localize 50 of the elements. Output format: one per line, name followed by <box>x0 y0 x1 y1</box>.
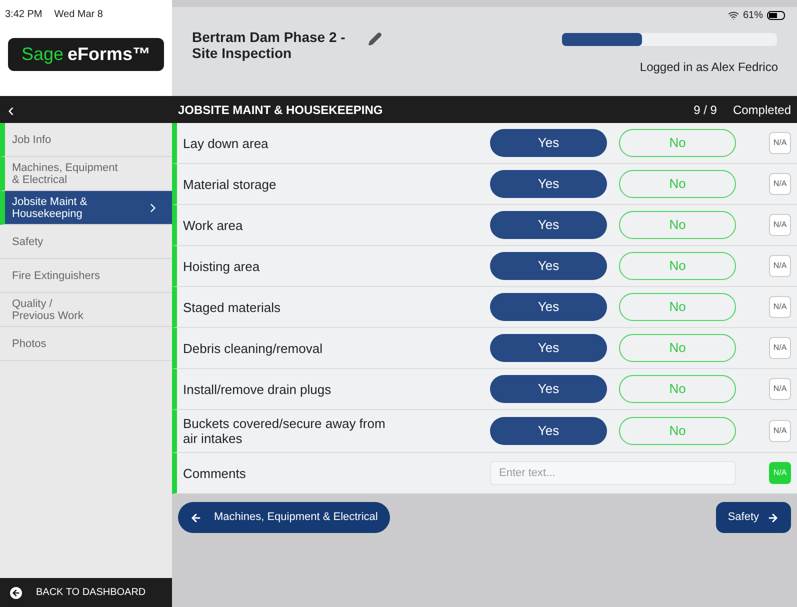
edit-icon[interactable] <box>368 32 382 46</box>
previous-section-button[interactable]: Machines, Equipment & Electrical <box>178 502 390 533</box>
na-button[interactable]: N/A <box>769 214 791 236</box>
na-button[interactable]: N/A <box>769 255 791 277</box>
status-time: 3:42 PM <box>5 8 42 22</box>
yes-button[interactable]: Yes <box>490 293 607 321</box>
question-label: Comments <box>183 466 247 480</box>
question-label: Debris cleaning/removal <box>183 340 324 356</box>
sidebar-item[interactable]: Jobsite Maint & Housekeeping <box>0 191 172 225</box>
arrow-left-icon <box>190 512 202 524</box>
yes-button[interactable]: Yes <box>490 375 607 403</box>
sidebar-item[interactable]: Safety <box>0 225 172 259</box>
sidebar-item[interactable]: Quality / Previous Work <box>0 293 172 327</box>
question-label: Buckets covered/secure away from air intakes <box>183 416 386 446</box>
question-label: Work area <box>183 218 244 232</box>
section-title: JOBSITE MAINT & HOUSEKEEPING <box>178 102 383 118</box>
sidebar-item[interactable]: Fire Extinguishers <box>0 259 172 293</box>
sidebar-item[interactable]: Photos <box>0 327 172 361</box>
question-label: Hoisting area <box>183 258 261 274</box>
na-button[interactable]: N/A <box>769 378 791 400</box>
logged-in-text: Logged in as Alex Fedrico <box>640 59 778 76</box>
yes-button[interactable]: Yes <box>490 129 607 157</box>
na-button[interactable]: N/A <box>769 337 791 359</box>
na-button[interactable]: N/A <box>769 296 791 318</box>
yes-button[interactable]: Yes <box>490 170 607 198</box>
question-label: Install/remove drain plugs <box>183 382 332 396</box>
sidebar-item[interactable]: Job Info <box>0 123 172 157</box>
battery-icon <box>767 10 785 20</box>
wifi-icon <box>728 10 739 20</box>
question-label: Material storage <box>183 176 278 192</box>
comments-field[interactable]: Enter text... <box>490 461 736 485</box>
back-to-dashboard-button[interactable]: BACK TO DASHBOARD <box>0 578 172 607</box>
na-button[interactable]: N/A <box>769 420 791 442</box>
na-button[interactable]: N/A <box>769 173 791 195</box>
question-count: 9 / 9 <box>694 102 717 118</box>
completion-status: Completed <box>732 102 791 118</box>
question-label: Lay down area <box>183 136 270 150</box>
back-button[interactable]: ‹ <box>8 100 14 118</box>
status-date: Wed Mar 8 <box>54 8 103 22</box>
yes-button[interactable]: Yes <box>490 211 607 239</box>
yes-button[interactable]: Yes <box>490 252 607 280</box>
form-title: Bertram Dam Phase 2 - Site Inspection <box>192 29 346 61</box>
next-section-button[interactable]: Safety <box>716 502 791 533</box>
logo: Sage eForms™ <box>8 38 164 71</box>
na-button[interactable]: N/A <box>769 132 791 154</box>
arrow-right-icon <box>767 512 779 524</box>
battery-percent: 61% <box>742 8 763 22</box>
question-label: Staged materials <box>183 300 282 314</box>
yes-button[interactable]: Yes <box>490 334 607 362</box>
yes-button[interactable]: Yes <box>490 417 607 445</box>
